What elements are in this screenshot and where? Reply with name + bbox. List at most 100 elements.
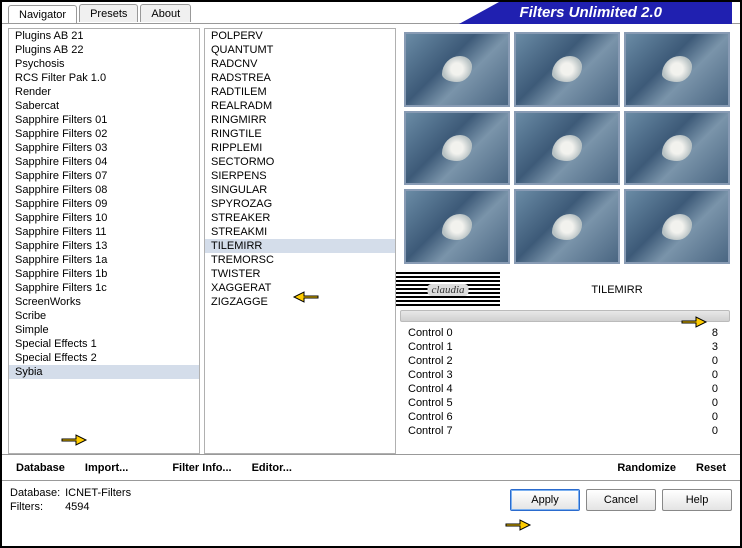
preview-thumb[interactable] xyxy=(624,32,730,107)
control-row[interactable]: Control 2 0 xyxy=(408,354,730,368)
category-item[interactable]: Sapphire Filters 01 xyxy=(9,113,199,127)
cancel-button[interactable]: Cancel xyxy=(586,489,656,511)
category-item[interactable]: Sapphire Filters 02 xyxy=(9,127,199,141)
filter-item[interactable]: TREMORSC xyxy=(205,253,395,267)
control-label: Control 5 xyxy=(408,397,453,409)
db-label: Database: xyxy=(10,487,62,499)
control-row[interactable]: Control 1 3 xyxy=(408,340,730,354)
filter-item[interactable]: REALRADM xyxy=(205,99,395,113)
filter-item[interactable]: RADCNV xyxy=(205,57,395,71)
category-item[interactable]: Sapphire Filters 1b xyxy=(9,267,199,281)
category-item[interactable]: Sapphire Filters 11 xyxy=(9,225,199,239)
category-item[interactable]: Sapphire Filters 07 xyxy=(9,169,199,183)
watermark-icon xyxy=(396,272,500,308)
help-button[interactable]: Help xyxy=(662,489,732,511)
db-value: ICNET-Filters xyxy=(65,487,131,499)
category-item[interactable]: Sapphire Filters 04 xyxy=(9,155,199,169)
control-label: Control 0 xyxy=(408,327,453,339)
filters-count-value: 4594 xyxy=(65,501,89,513)
preview-thumb[interactable] xyxy=(514,32,620,107)
category-item[interactable]: Sabercat xyxy=(9,99,199,113)
control-value: 0 xyxy=(712,383,730,395)
control-value: 3 xyxy=(712,341,730,353)
control-row[interactable]: Control 60 xyxy=(408,410,730,424)
filter-item[interactable]: STREAKMI xyxy=(205,225,395,239)
control-row[interactable]: Control 08 xyxy=(408,326,730,340)
database-button[interactable]: Database xyxy=(8,458,73,478)
category-list[interactable]: Plugins AB 21Plugins AB 22PsychosisRCS F… xyxy=(8,28,200,454)
filter-info-button[interactable]: Filter Info... xyxy=(164,458,239,478)
filter-item[interactable]: RINGTILE xyxy=(205,127,395,141)
filter-item[interactable]: QUANTUMT xyxy=(205,43,395,57)
category-item[interactable]: Sapphire Filters 10 xyxy=(9,211,199,225)
category-item[interactable]: Special Effects 2 xyxy=(9,351,199,365)
toolbar-row: Database Import... Filter Info... Editor… xyxy=(2,454,740,480)
category-item[interactable]: Sapphire Filters 13 xyxy=(9,239,199,253)
current-filter-name: TILEMIRR xyxy=(500,284,734,296)
filter-item[interactable]: RINGMIRR xyxy=(205,113,395,127)
tab-about[interactable]: About xyxy=(140,4,191,22)
control-label: Control 2 xyxy=(408,355,453,367)
category-item[interactable]: Sapphire Filters 1a xyxy=(9,253,199,267)
filter-item[interactable]: ZIGZAGGE xyxy=(205,295,395,309)
filter-list[interactable]: POLPERVQUANTUMTRADCNVRADSTREARADTILEMREA… xyxy=(204,28,396,454)
import-button[interactable]: Import... xyxy=(77,458,136,478)
control-row[interactable]: Control 4 0 xyxy=(408,382,730,396)
preview-thumb[interactable] xyxy=(404,32,510,107)
control-label: Control 4 xyxy=(408,383,453,395)
category-item[interactable]: Simple xyxy=(9,323,199,337)
footer-info: Database: ICNET-Filters Filters: 4594 xyxy=(10,487,131,513)
preview-thumb[interactable] xyxy=(624,111,730,186)
filter-item[interactable]: RADTILEM xyxy=(205,85,395,99)
preview-thumb[interactable] xyxy=(514,189,620,264)
filter-item[interactable]: XAGGERAT xyxy=(205,281,395,295)
tab-presets[interactable]: Presets xyxy=(79,4,138,22)
category-item[interactable]: Scribe xyxy=(9,309,199,323)
category-item[interactable]: Sapphire Filters 1c xyxy=(9,281,199,295)
category-item[interactable]: Plugins AB 22 xyxy=(9,43,199,57)
tab-navigator[interactable]: Navigator xyxy=(8,5,77,23)
preview-thumb[interactable] xyxy=(514,111,620,186)
filter-item[interactable]: TILEMIRR xyxy=(205,239,395,253)
preview-grid xyxy=(400,28,734,268)
category-item[interactable]: Plugins AB 21 xyxy=(9,29,199,43)
randomize-button[interactable]: Randomize xyxy=(609,458,684,478)
category-item[interactable]: Sapphire Filters 08 xyxy=(9,183,199,197)
category-item[interactable]: RCS Filter Pak 1.0 xyxy=(9,71,199,85)
app-title: Filters Unlimited 2.0 xyxy=(499,2,732,24)
header: Navigator Presets About Filters Unlimite… xyxy=(2,2,740,24)
filter-item[interactable]: TWISTER xyxy=(205,267,395,281)
apply-button[interactable]: Apply xyxy=(510,489,580,511)
category-item[interactable]: Sapphire Filters 09 xyxy=(9,197,199,211)
preview-thumb[interactable] xyxy=(404,189,510,264)
control-label: Control 1 xyxy=(408,341,453,353)
filter-item[interactable]: POLPERV xyxy=(205,29,395,43)
footer: Database: ICNET-Filters Filters: 4594 Ap… xyxy=(2,480,740,518)
control-row[interactable]: Control 30 xyxy=(408,368,730,382)
category-item[interactable]: Psychosis xyxy=(9,57,199,71)
category-item[interactable]: Special Effects 1 xyxy=(9,337,199,351)
filter-item[interactable]: STREAKER xyxy=(205,211,395,225)
filter-item[interactable]: SPYROZAG xyxy=(205,197,395,211)
control-value: 0 xyxy=(712,369,730,381)
preview-thumb[interactable] xyxy=(624,189,730,264)
control-row[interactable]: Control 7 0 xyxy=(408,424,730,438)
filter-item[interactable]: SINGULAR xyxy=(205,183,395,197)
filter-item[interactable]: SECTORMO xyxy=(205,155,395,169)
preview-thumb[interactable] xyxy=(404,111,510,186)
control-label: Control 7 xyxy=(408,425,453,437)
filter-item[interactable]: SIERPENS xyxy=(205,169,395,183)
control-value: 0 xyxy=(712,355,730,367)
filter-item[interactable]: RADSTREA xyxy=(205,71,395,85)
filter-name-band: TILEMIRR xyxy=(400,272,734,308)
category-item[interactable]: Render xyxy=(9,85,199,99)
control-row[interactable]: Control 50 xyxy=(408,396,730,410)
category-item[interactable]: Sapphire Filters 03 xyxy=(9,141,199,155)
category-item[interactable]: ScreenWorks xyxy=(9,295,199,309)
editor-button[interactable]: Editor... xyxy=(244,458,300,478)
control-value: 0 xyxy=(712,425,730,437)
category-item[interactable]: Sybia xyxy=(9,365,199,379)
filter-item[interactable]: RIPPLEMI xyxy=(205,141,395,155)
filters-count-label: Filters: xyxy=(10,501,62,513)
reset-button[interactable]: Reset xyxy=(688,458,734,478)
